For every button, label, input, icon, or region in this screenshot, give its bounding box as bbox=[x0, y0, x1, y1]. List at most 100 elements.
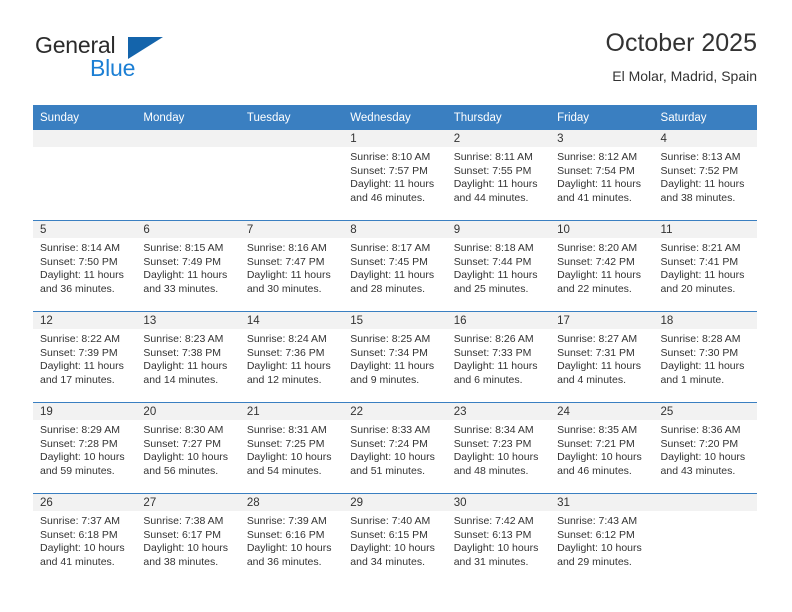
daylight-text-line2: and 38 minutes. bbox=[660, 191, 736, 204]
calendar-day-cell[interactable]: 7 Sunrise: 8:16 AM Sunset: 7:47 PM Daylight… bbox=[239, 220, 344, 312]
daylight-text-line2: and 46 minutes. bbox=[350, 191, 425, 204]
day-cell-details: Sunrise: 8:10 AM Sunset: 7:57 PM Daylight:… bbox=[343, 147, 446, 205]
sunrise-text: Sunrise: 8:33 AM bbox=[350, 424, 431, 436]
day-number bbox=[653, 494, 757, 511]
calendar-week-row: 12 Sunrise: 8:22 AM Sunset: 7:39 PM Dayligh… bbox=[33, 311, 757, 403]
sunrise-text: Sunrise: 8:36 AM bbox=[660, 424, 741, 436]
calendar-cell-empty bbox=[33, 130, 137, 221]
daylight-text-line1: Daylight: 10 hours bbox=[350, 451, 435, 464]
day-cell-inner: 11 Sunrise: 8:21 AM Sunset: 7:41 PM Dayligh… bbox=[653, 221, 757, 311]
daylight-text-line2: and 25 minutes. bbox=[453, 282, 529, 295]
calendar-body: 1 Sunrise: 8:10 AM Sunset: 7:57 PM Daylight… bbox=[33, 130, 757, 584]
calendar-day-cell[interactable]: 28 Sunrise: 7:39 AM Sunset: 6:16 PM Dayligh… bbox=[239, 493, 344, 584]
day-cell-inner: 4 Sunrise: 8:13 AM Sunset: 7:52 PM Daylight… bbox=[653, 130, 757, 220]
day-cell-inner: 29 Sunrise: 7:40 AM Sunset: 6:15 PM Dayligh… bbox=[343, 494, 447, 584]
calendar-day-cell[interactable]: 5 Sunrise: 8:14 AM Sunset: 7:50 PM Daylight… bbox=[33, 220, 137, 312]
calendar-day-cell[interactable]: 15 Sunrise: 8:25 AM Sunset: 7:34 PM Dayligh… bbox=[343, 311, 447, 403]
daylight-text-line1: Daylight: 11 hours bbox=[660, 269, 745, 282]
day-number: 16 bbox=[446, 312, 551, 329]
daylight-text-line2: and 36 minutes. bbox=[246, 555, 322, 568]
calendar-day-cell[interactable]: 9 Sunrise: 8:18 AM Sunset: 7:44 PM Daylight… bbox=[446, 220, 551, 312]
daylight-text-line1: Daylight: 11 hours bbox=[143, 269, 228, 282]
calendar-day-cell[interactable]: 20 Sunrise: 8:30 AM Sunset: 7:27 PM Dayligh… bbox=[136, 402, 240, 494]
day-cell-details: Sunrise: 8:22 AM Sunset: 7:39 PM Daylight:… bbox=[33, 329, 136, 387]
daylight-text-line1: Daylight: 11 hours bbox=[660, 360, 745, 373]
calendar-day-cell[interactable]: 10 Sunrise: 8:20 AM Sunset: 7:42 PM Dayligh… bbox=[550, 220, 654, 312]
sunset-text: Sunset: 7:44 PM bbox=[453, 255, 532, 268]
day-cell-inner: 13 Sunrise: 8:23 AM Sunset: 7:38 PM Dayligh… bbox=[136, 312, 240, 402]
day-number: 18 bbox=[653, 312, 757, 329]
sunrise-text: Sunrise: 7:38 AM bbox=[143, 515, 224, 527]
sunset-text: Sunset: 7:25 PM bbox=[246, 437, 325, 450]
calendar-day-cell[interactable]: 13 Sunrise: 8:23 AM Sunset: 7:38 PM Dayligh… bbox=[136, 311, 240, 403]
day-cell-inner: 12 Sunrise: 8:22 AM Sunset: 7:39 PM Dayligh… bbox=[33, 312, 137, 402]
daylight-text-line1: Daylight: 11 hours bbox=[143, 360, 228, 373]
day-cell-inner: 10 Sunrise: 8:20 AM Sunset: 7:42 PM Dayligh… bbox=[550, 221, 654, 311]
daylight-text-line2: and 41 minutes. bbox=[40, 555, 115, 568]
daylight-text-line2: and 38 minutes. bbox=[143, 555, 219, 568]
sunrise-text: Sunrise: 8:31 AM bbox=[246, 424, 327, 436]
calendar-day-cell[interactable]: 12 Sunrise: 8:22 AM Sunset: 7:39 PM Dayligh… bbox=[33, 311, 137, 403]
sunrise-text: Sunrise: 8:28 AM bbox=[660, 333, 741, 345]
day-cell-inner bbox=[653, 494, 757, 584]
calendar-day-cell[interactable]: 30 Sunrise: 7:42 AM Sunset: 6:13 PM Dayligh… bbox=[446, 493, 551, 584]
day-number: 31 bbox=[550, 494, 654, 511]
day-cell-details: Sunrise: 8:36 AM Sunset: 7:20 PM Daylight:… bbox=[654, 420, 757, 478]
calendar-day-cell[interactable]: 14 Sunrise: 8:24 AM Sunset: 7:36 PM Dayligh… bbox=[239, 311, 344, 403]
daylight-text-line1: Daylight: 11 hours bbox=[350, 178, 435, 191]
day-cell-details: Sunrise: 8:25 AM Sunset: 7:34 PM Daylight:… bbox=[343, 329, 446, 387]
calendar-day-cell[interactable]: 4 Sunrise: 8:13 AM Sunset: 7:52 PM Daylight… bbox=[653, 130, 757, 221]
calendar-day-cell[interactable]: 19 Sunrise: 8:29 AM Sunset: 7:28 PM Dayligh… bbox=[33, 402, 137, 494]
day-cell-inner: 15 Sunrise: 8:25 AM Sunset: 7:34 PM Dayligh… bbox=[343, 312, 447, 402]
day-cell-details: Sunrise: 8:14 AM Sunset: 7:50 PM Daylight:… bbox=[33, 238, 136, 296]
day-cell-inner: 6 Sunrise: 8:15 AM Sunset: 7:49 PM Daylight… bbox=[136, 221, 240, 311]
sunset-text: Sunset: 7:34 PM bbox=[350, 346, 428, 359]
sunset-text: Sunset: 7:38 PM bbox=[143, 346, 222, 359]
day-number: 29 bbox=[343, 494, 447, 511]
calendar-day-cell[interactable]: 27 Sunrise: 7:38 AM Sunset: 6:17 PM Dayligh… bbox=[136, 493, 240, 584]
day-number: 30 bbox=[446, 494, 551, 511]
day-cell-details: Sunrise: 7:38 AM Sunset: 6:17 PM Daylight:… bbox=[136, 511, 239, 569]
day-cell-details: Sunrise: 8:11 AM Sunset: 7:55 PM Daylight:… bbox=[447, 147, 550, 205]
calendar-day-cell[interactable]: 24 Sunrise: 8:35 AM Sunset: 7:21 PM Dayligh… bbox=[550, 402, 654, 494]
calendar-day-cell[interactable]: 3 Sunrise: 8:12 AM Sunset: 7:54 PM Daylight… bbox=[550, 130, 654, 221]
day-cell-details: Sunrise: 8:35 AM Sunset: 7:21 PM Daylight:… bbox=[550, 420, 653, 478]
daylight-text-line1: Daylight: 11 hours bbox=[557, 178, 641, 191]
day-number: 7 bbox=[239, 221, 344, 238]
calendar-day-cell[interactable]: 16 Sunrise: 8:26 AM Sunset: 7:33 PM Dayligh… bbox=[446, 311, 551, 403]
day-cell-inner: 9 Sunrise: 8:18 AM Sunset: 7:44 PM Daylight… bbox=[446, 221, 551, 311]
sunset-text: Sunset: 7:24 PM bbox=[350, 437, 428, 450]
calendar-day-cell[interactable]: 26 Sunrise: 7:37 AM Sunset: 6:18 PM Dayligh… bbox=[33, 493, 137, 584]
sunrise-text: Sunrise: 7:37 AM bbox=[40, 515, 120, 527]
day-cell-details: Sunrise: 7:37 AM Sunset: 6:18 PM Daylight:… bbox=[33, 511, 136, 569]
title-block: October 2025 El Molar, Madrid, Spain bbox=[606, 28, 758, 86]
calendar-day-cell[interactable]: 18 Sunrise: 8:28 AM Sunset: 7:30 PM Dayligh… bbox=[653, 311, 757, 403]
day-cell-inner: 23 Sunrise: 8:34 AM Sunset: 7:23 PM Dayligh… bbox=[446, 403, 551, 493]
daylight-text-line2: and 20 minutes. bbox=[660, 282, 736, 295]
calendar-day-cell[interactable]: 8 Sunrise: 8:17 AM Sunset: 7:45 PM Daylight… bbox=[343, 220, 447, 312]
calendar-day-cell[interactable]: 21 Sunrise: 8:31 AM Sunset: 7:25 PM Dayligh… bbox=[239, 402, 344, 494]
day-cell-inner: 18 Sunrise: 8:28 AM Sunset: 7:30 PM Dayligh… bbox=[653, 312, 757, 402]
weekday-header-monday: Monday bbox=[136, 105, 240, 130]
day-cell-inner: 7 Sunrise: 8:16 AM Sunset: 7:47 PM Daylight… bbox=[239, 221, 344, 311]
calendar-day-cell[interactable]: 29 Sunrise: 7:40 AM Sunset: 6:15 PM Dayligh… bbox=[343, 493, 447, 584]
day-cell-inner: 30 Sunrise: 7:42 AM Sunset: 6:13 PM Dayligh… bbox=[446, 494, 551, 584]
calendar-day-cell[interactable]: 31 Sunrise: 7:43 AM Sunset: 6:12 PM Dayligh… bbox=[550, 493, 654, 584]
calendar-day-cell[interactable]: 25 Sunrise: 8:36 AM Sunset: 7:20 PM Dayligh… bbox=[653, 402, 757, 494]
day-number: 17 bbox=[550, 312, 654, 329]
calendar-day-cell[interactable]: 23 Sunrise: 8:34 AM Sunset: 7:23 PM Dayligh… bbox=[446, 402, 551, 494]
calendar-day-cell[interactable]: 11 Sunrise: 8:21 AM Sunset: 7:41 PM Dayligh… bbox=[653, 220, 757, 312]
sunrise-text: Sunrise: 8:20 AM bbox=[557, 242, 638, 254]
calendar-day-cell[interactable]: 1 Sunrise: 8:10 AM Sunset: 7:57 PM Daylight… bbox=[343, 130, 447, 221]
sunrise-text: Sunrise: 8:24 AM bbox=[246, 333, 327, 345]
daylight-text-line2: and 33 minutes. bbox=[143, 282, 219, 295]
sunrise-text: Sunrise: 8:18 AM bbox=[453, 242, 534, 254]
calendar-day-cell[interactable]: 6 Sunrise: 8:15 AM Sunset: 7:49 PM Daylight… bbox=[136, 220, 240, 312]
calendar-day-cell[interactable]: 22 Sunrise: 8:33 AM Sunset: 7:24 PM Dayligh… bbox=[343, 402, 447, 494]
calendar-day-cell[interactable]: 17 Sunrise: 8:27 AM Sunset: 7:31 PM Dayligh… bbox=[550, 311, 654, 403]
day-cell-details: Sunrise: 7:39 AM Sunset: 6:16 PM Daylight:… bbox=[240, 511, 343, 569]
sunset-text: Sunset: 7:39 PM bbox=[40, 346, 118, 359]
sunset-text: Sunset: 6:12 PM bbox=[557, 528, 635, 541]
sunrise-text: Sunrise: 7:39 AM bbox=[246, 515, 327, 527]
calendar-day-cell[interactable]: 2 Sunrise: 8:11 AM Sunset: 7:55 PM Daylight… bbox=[446, 130, 551, 221]
